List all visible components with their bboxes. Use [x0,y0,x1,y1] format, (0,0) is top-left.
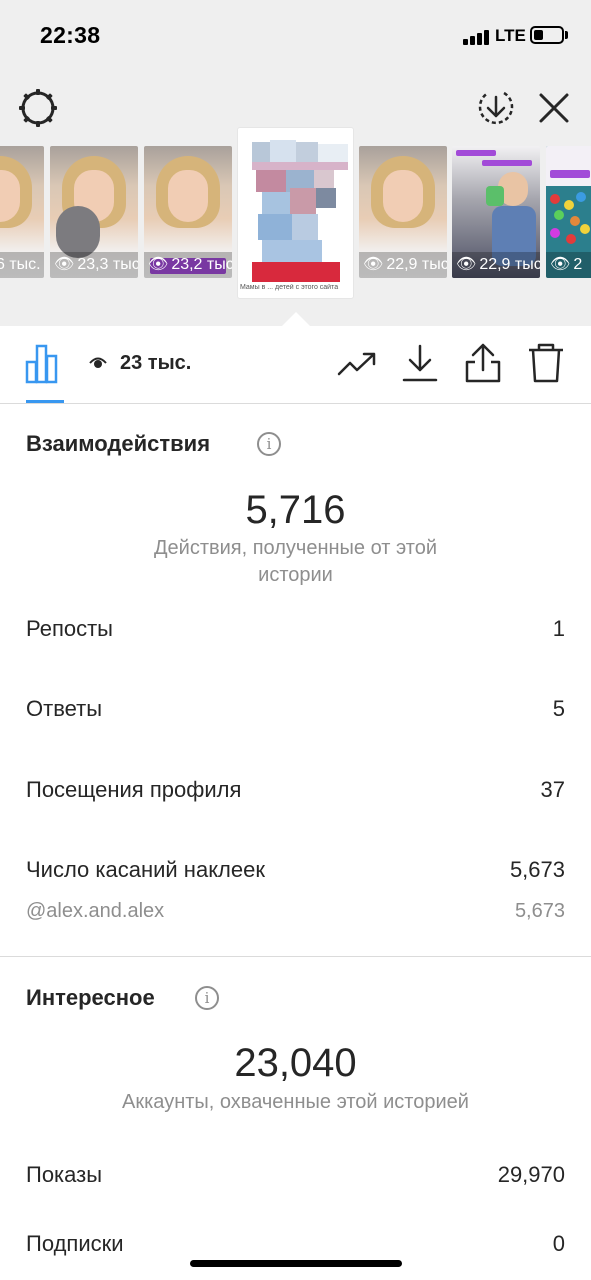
views-value: 22,9 тыс. [386,256,447,273]
active-tab-indicator [26,400,64,403]
story-thumbnail[interactable]: 👁 22,9 тыс. [452,146,540,278]
gear-icon [19,89,57,127]
eye-icon [89,357,107,368]
views-value: 22,9 тыс. [479,256,540,273]
story-carousel[interactable]: 6 тыс. 👁 23,3 тыс. 👁 23,2 тыс. Мамы в ... … [0,126,591,326]
story-image-cup [486,186,504,206]
section-title: Взаимодействия [26,431,211,456]
save-story-button[interactable] [474,86,518,130]
story-image-cat [56,206,100,258]
metric-label: Показы [26,1162,103,1187]
views-value: 23,3 тыс. [77,256,138,273]
story-views: 👁 22,9 тыс. [452,252,540,278]
story-thumbnail[interactable]: 6 тыс. [0,146,44,278]
close-icon [539,93,569,123]
info-icon[interactable]: i [195,986,219,1010]
views-count: 23 тыс. [120,352,192,374]
trash-icon [529,343,563,383]
metric-sub-row: @alex.and.alex 5,673 [26,900,565,930]
story-views: 👁 23,3 тыс. [50,252,138,278]
story-views: 👁 2 [546,252,591,278]
views-value: 23,2 тыс. [171,256,232,273]
eye-icon: 👁 [54,256,75,273]
metric-value: 5,673 [509,857,565,882]
section-title: Интересное [26,985,155,1010]
metric-value: 5 [552,696,565,721]
metric-label: Число касаний наклеек [26,857,265,882]
signal-icon [463,29,493,45]
network-type: LTE [495,26,526,45]
reach-total: 23,040 [234,1041,357,1085]
share-button[interactable] [461,340,505,386]
story-image-face [168,170,208,222]
views-value: 6 тыс. [0,256,41,273]
metric-row: Ответы 5 [26,696,565,726]
download-circle-icon [478,91,514,125]
metric-row: Подписки 0 [26,1231,565,1261]
info-icon[interactable]: i [257,432,281,456]
reach-caption: Аккаунты, охваченные этой историей [122,1091,469,1113]
story-image [546,146,591,186]
metric-value: 29,970 [497,1162,565,1187]
metric-row: Показы 29,970 [26,1162,565,1192]
selected-story-thumbnail[interactable]: Мамы в ... детей с этого сайта [238,128,353,298]
eye-icon: 👁 [363,256,384,273]
metric-value: 37 [540,777,565,802]
insights-tab[interactable] [22,340,66,386]
eye-icon: 👁 [550,256,571,273]
interactions-total: 5,716 [245,488,346,532]
status-bar: 22:38 LTE [0,0,591,72]
metric-label: Подписки [26,1231,124,1256]
metric-label: Посещения профиля [26,777,242,802]
metric-value: 5,673 [514,900,565,922]
metric-row: Число касаний наклеек 5,673 [26,857,565,887]
story-views: 👁 23,2 тыс. [144,252,232,278]
trending-icon [337,352,376,376]
story-thumbnail[interactable]: 👁 23,2 тыс. [144,146,232,278]
metric-label: Ответы [26,696,103,721]
sticker-mention: @alex.and.alex [26,900,165,922]
eye-icon: 👁 [456,256,477,273]
section-divider [0,956,591,957]
story-image-face [383,170,423,222]
delete-button[interactable] [524,340,568,386]
selected-story-pointer [282,312,310,326]
close-button[interactable] [532,86,576,130]
story-thumbnail[interactable]: 👁 23,3 тыс. [50,146,138,278]
promote-button[interactable] [336,340,380,386]
story-sticker-bar [252,262,340,282]
metric-value: 1 [552,616,565,641]
metric-value: 0 [552,1231,565,1256]
metric-row: Посещения профиля 37 [26,777,565,807]
interactions-caption: Действия, полученные от этой истории [153,537,437,586]
share-icon [465,343,501,383]
story-caption: Мамы в ... детей с этого сайта [240,284,339,291]
story-views: 👁 22,9 тыс. [359,252,447,278]
battery-icon [530,26,564,44]
story-views: 6 тыс. [0,252,44,278]
story-thumbnail[interactable]: 👁 2 [546,146,591,278]
story-action-bar: 23 тыс. [0,326,591,404]
battery-cap [565,31,568,39]
home-indicator[interactable] [190,1260,402,1267]
download-icon [402,344,438,382]
bar-chart-icon [25,344,58,384]
views-value: 2 [573,256,583,273]
metric-row: Репосты 1 [26,616,565,646]
settings-button[interactable] [16,86,60,130]
status-time: 22:38 [40,22,101,48]
download-button[interactable] [398,340,442,386]
metric-label: Репосты [26,616,113,641]
story-thumbnail[interactable]: 👁 22,9 тыс. [359,146,447,278]
eye-icon: 👁 [148,256,169,273]
